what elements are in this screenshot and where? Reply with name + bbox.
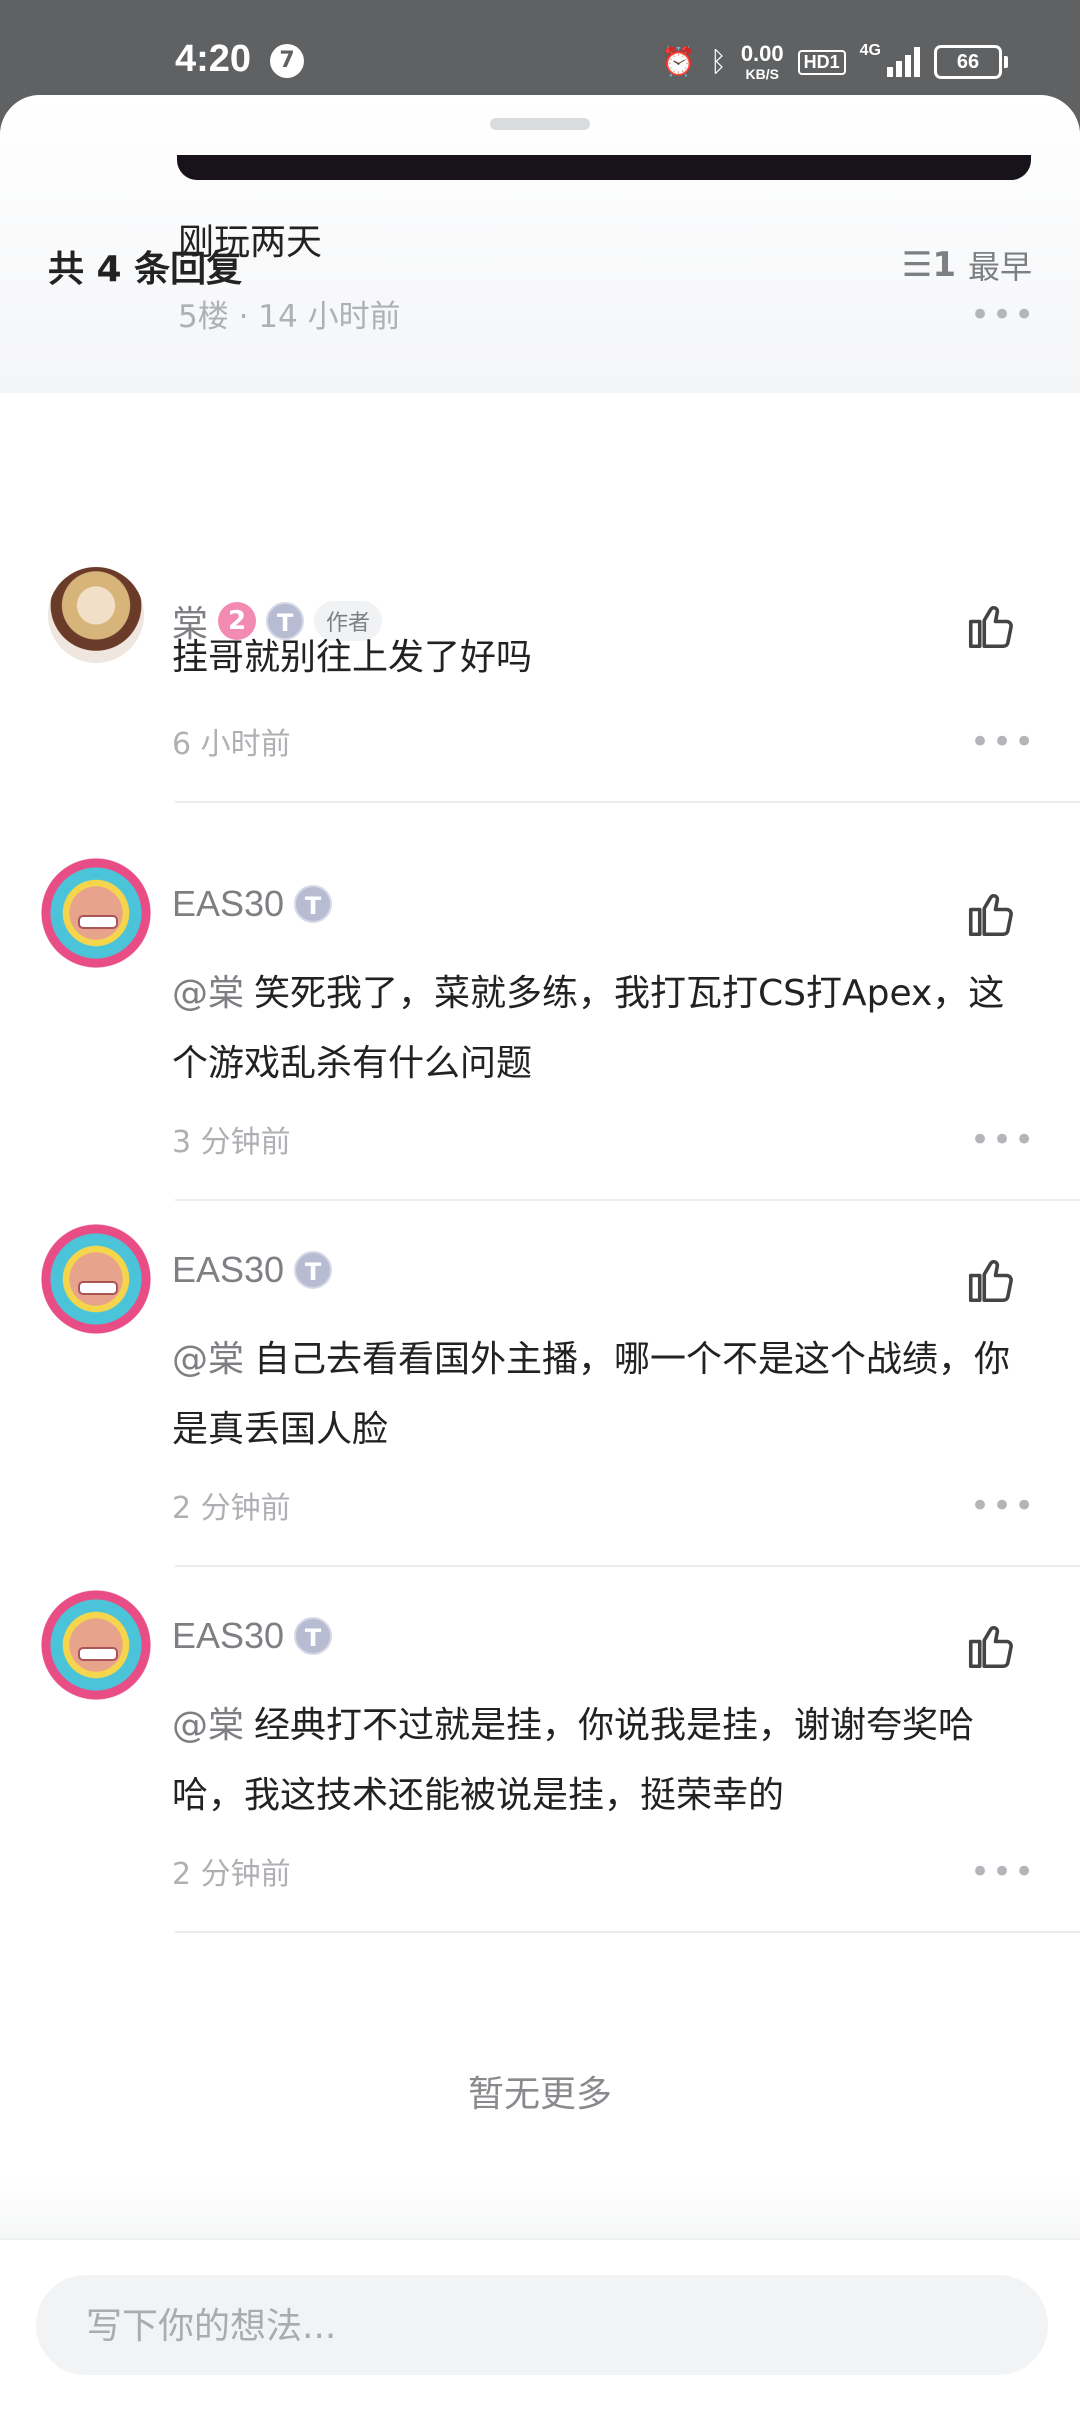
divider: [175, 1199, 1080, 1201]
comment-username[interactable]: EAS30: [172, 883, 284, 925]
footer-fade: [0, 2180, 1080, 2238]
comment-time: 6 小时前: [172, 727, 291, 762]
comment-text: 挂哥就别往上发了好吗: [172, 637, 533, 678]
comment-time: 3 分钟前: [172, 1125, 291, 1160]
hd-icon: HD1: [797, 49, 846, 75]
comment-time: 2 分钟前: [172, 1857, 291, 1892]
sort-icon: ☰1: [901, 245, 956, 285]
network-speed-value: 0.00: [740, 41, 784, 66]
comment-input-box[interactable]: [36, 2275, 1048, 2377]
network-speed: 0.00 KB/S: [740, 41, 784, 82]
comment-author-row: EAS30 T: [172, 883, 333, 925]
avatar[interactable]: [38, 1221, 154, 1337]
comment-input[interactable]: [84, 2275, 1028, 2377]
comment-text: @棠 笑死我了，菜就多练，我打瓦打CS打Apex，这个游戏乱杀有什么问题: [172, 959, 1032, 1099]
comment-text: @棠 自己去看看国外主播，哪一个不是这个战绩，你是真丢国人脸: [172, 1325, 1032, 1465]
network-speed-unit: KB/S: [745, 66, 779, 82]
drag-handle[interactable]: [490, 118, 590, 130]
comment-author-row: EAS30 T: [172, 1249, 333, 1291]
parent-image[interactable]: [177, 155, 1031, 180]
parent-comment-meta: 5楼 · 14 小时前: [178, 299, 401, 335]
bluetooth-icon: ᛒ: [710, 45, 727, 78]
comment-body: 经典打不过就是挂，你说我是挂，谢谢夸奖哈哈，我这技术还能被说是挂，挺荣幸的: [172, 1705, 975, 1816]
like-icon[interactable]: [964, 1253, 1018, 1307]
comment-username[interactable]: EAS30: [172, 1615, 284, 1657]
mention-link[interactable]: @棠: [172, 973, 244, 1014]
replies-count-title: 共 4 条回复: [48, 249, 243, 290]
alarm-icon: ⏰: [661, 45, 696, 78]
comment-text: @棠 经典打不过就是挂，你说我是挂，谢谢夸奖哈哈，我这技术还能被说是挂，挺荣幸的: [172, 1691, 1032, 1831]
t-badge-icon: T: [294, 1617, 333, 1655]
more-icon[interactable]: •••: [970, 1855, 1036, 1889]
comment-body: 笑死我了，菜就多练，我打瓦打CS打Apex，这个游戏乱杀有什么问题: [172, 973, 1005, 1084]
status-icons: ⏰ ᛒ 0.00 KB/S HD1 4G 66: [661, 40, 1008, 84]
t-badge-icon: T: [294, 885, 333, 923]
comment-author-row: EAS30 T: [172, 1615, 333, 1657]
comment-footer: [0, 2238, 1080, 2414]
app-notification-icon: 7: [270, 44, 304, 78]
comment-body: 自己去看看国外主播，哪一个不是这个战绩，你是真丢国人脸: [172, 1339, 1011, 1450]
divider: [175, 1931, 1080, 1933]
battery-icon: 66: [934, 45, 1008, 79]
mention-link[interactable]: @棠: [172, 1705, 244, 1746]
sort-button[interactable]: ☰1 最早: [902, 242, 1032, 288]
divider: [175, 801, 1080, 803]
avatar[interactable]: [48, 567, 144, 663]
signal-icon: [887, 47, 920, 77]
more-icon[interactable]: •••: [970, 1489, 1036, 1523]
divider: [175, 1565, 1080, 1567]
avatar[interactable]: [38, 1587, 154, 1703]
t-badge-icon: T: [294, 1251, 333, 1289]
sort-label: 最早: [967, 248, 1032, 286]
network-type: 4G: [859, 42, 881, 59]
like-icon[interactable]: [964, 887, 1018, 941]
comment-username[interactable]: EAS30: [172, 1249, 284, 1291]
mention-link[interactable]: @棠: [172, 1339, 244, 1380]
like-icon[interactable]: [964, 1619, 1018, 1673]
more-icon[interactable]: •••: [970, 725, 1036, 759]
more-icon[interactable]: •••: [970, 1123, 1036, 1157]
no-more-label: 暂无更多: [467, 2074, 612, 2115]
more-icon[interactable]: •••: [970, 298, 1036, 332]
avatar[interactable]: [38, 855, 154, 971]
comment-time: 2 分钟前: [172, 1491, 291, 1526]
reply-sheet: 刚玩两天 5楼 · 14 小时前 ••• 共 4 条回复 ☰1 最早 棠 2 T…: [0, 95, 1080, 2412]
status-time: 4:20: [175, 38, 252, 80]
